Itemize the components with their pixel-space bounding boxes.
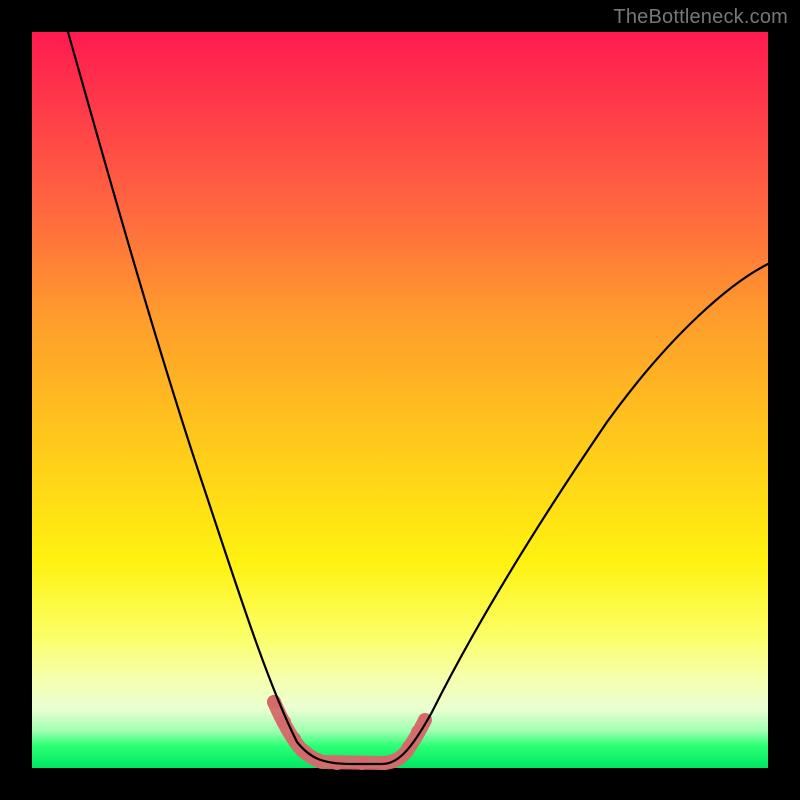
plot-area — [32, 32, 768, 768]
watermark-text: TheBottleneck.com — [613, 6, 788, 29]
chart-root: TheBottleneck.com — [0, 0, 800, 800]
bottleneck-curve-path — [68, 32, 768, 764]
curve-layer — [32, 32, 768, 768]
